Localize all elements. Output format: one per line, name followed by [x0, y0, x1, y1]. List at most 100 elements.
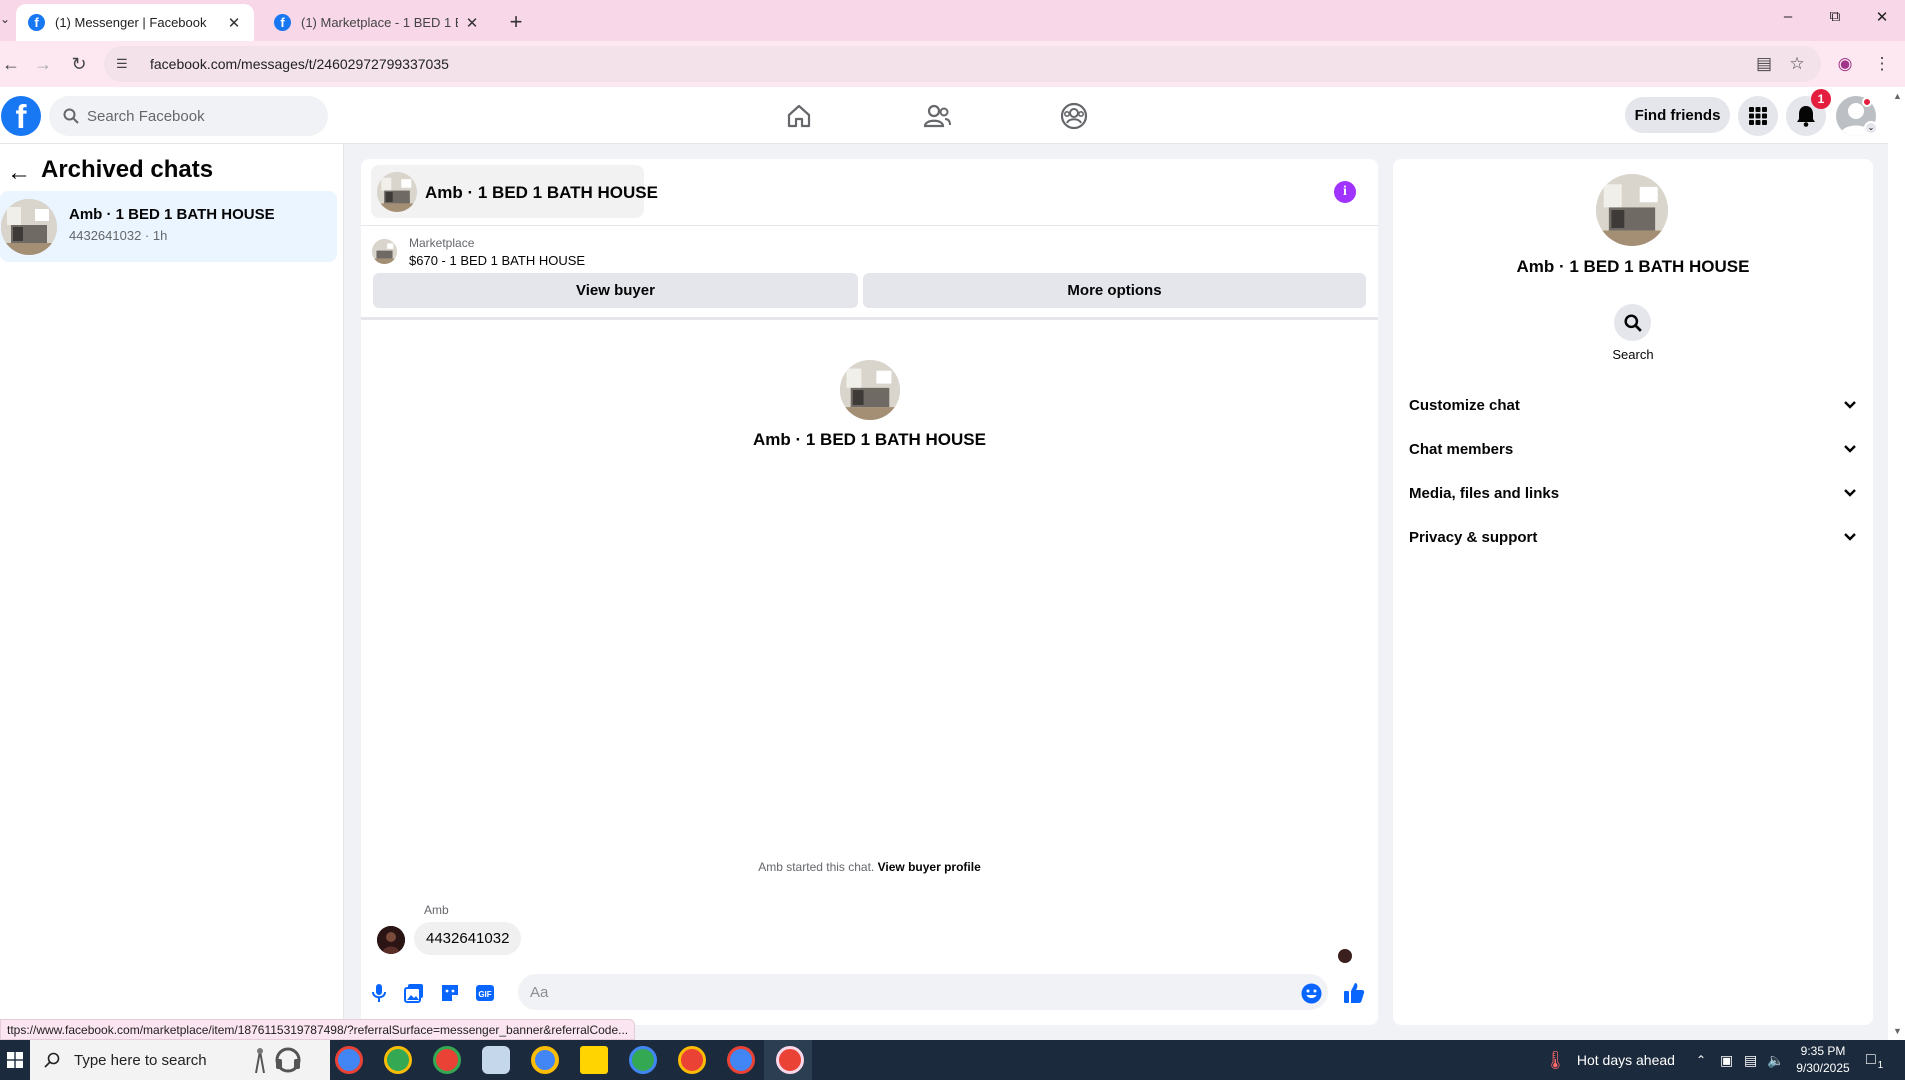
- reload-icon[interactable]: ↻: [68, 53, 90, 75]
- divider: [361, 317, 1378, 320]
- clock-date: 9/30/2025: [1796, 1061, 1850, 1075]
- page-scrollbar[interactable]: ▲ ▼: [1888, 87, 1905, 1040]
- close-tab-icon[interactable]: ✕: [464, 14, 480, 32]
- scroll-up-icon[interactable]: ▲: [1893, 91, 1902, 101]
- section-chat-members[interactable]: Chat members: [1403, 429, 1863, 469]
- browser-tabstrip: ⌄ f (1) Messenger | Facebook ✕ f (1) Mar…: [0, 0, 1905, 41]
- taskbar-clock[interactable]: 9:35 PM 9/30/2025: [1782, 1043, 1864, 1077]
- facebook-logo[interactable]: f: [1, 96, 41, 136]
- taskbar-app-icon[interactable]: [482, 1046, 510, 1074]
- view-buyer-profile-link[interactable]: View buyer profile: [878, 860, 981, 874]
- section-label: Customize chat: [1409, 396, 1520, 414]
- message-input[interactable]: [530, 983, 1270, 1001]
- tray-network-icon[interactable]: ▤: [1744, 1040, 1757, 1080]
- message-sender: Amb: [424, 903, 449, 917]
- home-icon[interactable]: [782, 99, 816, 133]
- section-label: Chat members: [1409, 440, 1514, 458]
- sender-avatar[interactable]: [377, 926, 405, 954]
- address-bar[interactable]: ☰ facebook.com/messages/t/24602972799337…: [104, 46, 1821, 82]
- taskbar-chrome-profile-6-icon[interactable]: [727, 1046, 755, 1074]
- taskbar-sticky-notes-icon[interactable]: [580, 1046, 608, 1074]
- section-media-files-links[interactable]: Media, files and links: [1403, 473, 1863, 513]
- panel-title: Archived chats: [41, 156, 214, 183]
- read-receipt-avatar: [1338, 949, 1352, 963]
- search-icon: [44, 1052, 60, 1068]
- svg-text:GIF: GIF: [478, 990, 491, 999]
- emoji-icon[interactable]: [1300, 982, 1322, 1004]
- link-status-bar: ttps://www.facebook.com/marketplace/item…: [0, 1019, 636, 1040]
- taskbar-search[interactable]: Type here to search: [30, 1040, 330, 1080]
- back-arrow-icon[interactable]: ←: [6, 160, 32, 186]
- menu-grid-icon[interactable]: [1738, 96, 1778, 136]
- install-app-icon[interactable]: ▤: [1754, 54, 1774, 74]
- section-label: Media, files and links: [1409, 484, 1560, 502]
- message-bubble[interactable]: 4432641032: [414, 922, 522, 955]
- search-highlight-illustration-icon: [248, 1045, 308, 1075]
- forward-icon[interactable]: →: [32, 53, 54, 75]
- taskbar-chrome-icon[interactable]: [531, 1046, 559, 1074]
- taskbar-chrome-profile-2-icon[interactable]: [384, 1046, 412, 1074]
- close-tab-icon[interactable]: ✕: [226, 14, 242, 32]
- browser-tab-messenger[interactable]: f (1) Messenger | Facebook ✕: [16, 4, 254, 41]
- action-center-count: 1: [1877, 1059, 1884, 1071]
- new-tab-icon[interactable]: +: [506, 9, 526, 35]
- conversation-header-button[interactable]: Amb · 1 BED 1 BATH HOUSE: [371, 165, 658, 218]
- account-alert-dot: [1862, 97, 1872, 107]
- conversation-intro-name: Amb · 1 BED 1 BATH HOUSE: [753, 430, 986, 449]
- more-options-button[interactable]: More options: [863, 273, 1366, 308]
- chevron-down-icon: [1843, 444, 1857, 454]
- thumbs-up-icon[interactable]: [1343, 982, 1365, 1004]
- account-chevron-icon[interactable]: ⌄: [1864, 121, 1878, 135]
- friends-icon[interactable]: [920, 99, 954, 133]
- gif-icon[interactable]: GIF: [474, 982, 496, 1004]
- taskbar-chrome-profile-3-icon[interactable]: [433, 1046, 461, 1074]
- info-icon[interactable]: i: [1334, 181, 1356, 203]
- site-settings-icon[interactable]: ☰: [116, 56, 132, 72]
- minimize-icon[interactable]: –: [1776, 8, 1800, 25]
- bookmark-star-icon[interactable]: ☆: [1787, 54, 1807, 74]
- section-customize-chat[interactable]: Customize chat: [1403, 385, 1863, 425]
- weather-widget[interactable]: 🌡 Hot days ahead: [1544, 1040, 1675, 1080]
- search-input[interactable]: [87, 107, 307, 125]
- scroll-down-icon[interactable]: ▼: [1893, 1026, 1902, 1036]
- section-privacy-support[interactable]: Privacy & support: [1403, 517, 1863, 557]
- browser-tab-marketplace[interactable]: f (1) Marketplace - 1 BED 1 BATH ✕: [262, 4, 492, 41]
- photo-icon[interactable]: [403, 982, 425, 1004]
- taskbar-chrome-profile-4-icon[interactable]: [629, 1046, 657, 1074]
- listing-thumbnail: [1, 199, 57, 255]
- search-in-conversation-button[interactable]: [1614, 304, 1651, 341]
- facebook-search[interactable]: [49, 96, 328, 136]
- back-icon[interactable]: ←: [0, 53, 22, 75]
- sticker-icon[interactable]: [439, 982, 461, 1004]
- taskbar-chrome-profile-1-icon[interactable]: [335, 1046, 363, 1074]
- windows-start-icon[interactable]: [0, 1040, 30, 1080]
- listing-title[interactable]: $670 - 1 BED 1 BATH HOUSE: [409, 253, 585, 268]
- restore-icon[interactable]: ⧉: [1823, 8, 1847, 25]
- tray-meet-icon[interactable]: ▣: [1720, 1040, 1733, 1080]
- find-friends-button[interactable]: Find friends: [1625, 97, 1730, 133]
- microphone-icon[interactable]: [368, 982, 390, 1004]
- taskbar-chrome-active-icon[interactable]: [776, 1046, 804, 1074]
- divider: [361, 225, 1378, 226]
- message-composer[interactable]: [518, 974, 1328, 1010]
- taskbar-chrome-profile-5-icon[interactable]: [678, 1046, 706, 1074]
- chat-list-item[interactable]: Amb · 1 BED 1 BATH HOUSE 4432641032 · 1h: [0, 191, 337, 262]
- weather-text: Hot days ahead: [1576, 1052, 1675, 1068]
- conversation-panel: Amb · 1 BED 1 BATH HOUSE i Marketplace $…: [361, 159, 1378, 1025]
- tab-search-chevron-icon[interactable]: ⌄: [0, 12, 12, 26]
- action-center-icon[interactable]: □ 1: [1866, 1040, 1883, 1080]
- browser-toolbar: ← → ↻ ☰ facebook.com/messages/t/24602972…: [0, 41, 1905, 87]
- taskbar-search-placeholder: Type here to search: [74, 1051, 207, 1069]
- chat-preview: 4432641032 · 1h: [69, 228, 168, 243]
- marketplace-label: Marketplace: [409, 236, 475, 250]
- chat-details-panel: Amb · 1 BED 1 BATH HOUSE Search Customiz…: [1393, 159, 1873, 1025]
- view-buyer-button[interactable]: View buyer: [373, 273, 858, 308]
- listing-thumbnail: [372, 239, 397, 264]
- window-close-icon[interactable]: ✕: [1870, 8, 1894, 26]
- browser-menu-icon[interactable]: ⋮: [1872, 54, 1892, 74]
- groups-icon[interactable]: [1057, 99, 1091, 133]
- conversation-title: Amb · 1 BED 1 BATH HOUSE: [425, 183, 658, 202]
- tray-chevron-up-icon[interactable]: ⌃: [1696, 1040, 1706, 1080]
- profile-icon[interactable]: ◉: [1835, 54, 1855, 74]
- chevron-down-icon: [1843, 400, 1857, 410]
